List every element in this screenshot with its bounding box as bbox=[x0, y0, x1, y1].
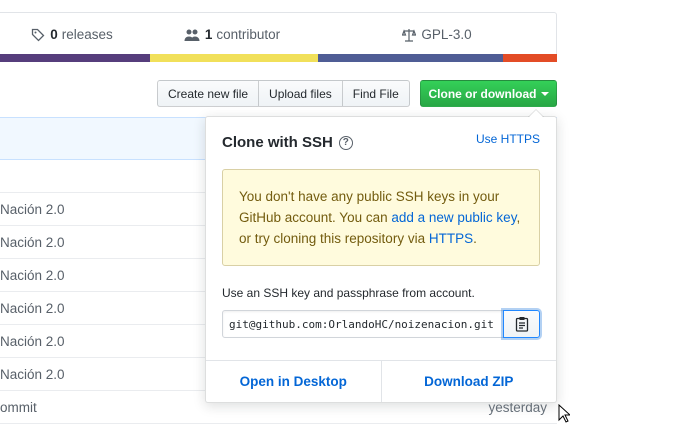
copy-to-clipboard-button[interactable] bbox=[503, 310, 540, 338]
question-icon[interactable]: ? bbox=[338, 135, 353, 150]
commit-message-link[interactable]: Nación 2.0 bbox=[0, 202, 65, 217]
use-https-link[interactable]: Use HTTPS bbox=[476, 132, 540, 146]
clone-title-text: Clone with SSH bbox=[222, 134, 333, 151]
contributors-link[interactable]: 1 contributor bbox=[147, 13, 317, 56]
commit-message-link[interactable]: ommit bbox=[0, 400, 37, 415]
contributors-label: contributor bbox=[216, 27, 281, 42]
commit-message-link[interactable]: Nación 2.0 bbox=[0, 235, 65, 250]
releases-link[interactable]: 0 releases bbox=[0, 13, 147, 56]
mouse-pointer-icon bbox=[558, 404, 570, 423]
clone-footer: Open in Desktop Download ZIP bbox=[206, 360, 556, 402]
language-bar bbox=[0, 54, 557, 62]
clone-url-group bbox=[222, 310, 541, 338]
clipboard-icon bbox=[515, 317, 528, 332]
license-link[interactable]: GPL-3.0 bbox=[317, 13, 557, 56]
language-segment bbox=[150, 54, 318, 62]
language-segment bbox=[503, 54, 557, 62]
https-link[interactable]: HTTPS bbox=[429, 231, 473, 246]
repo-summary-bar: 0 releases 1 contributor GPL-3.0 bbox=[0, 12, 557, 55]
clone-url-input[interactable] bbox=[222, 310, 504, 338]
commit-message-link[interactable]: Nación 2.0 bbox=[0, 301, 65, 316]
license-label: GPL-3.0 bbox=[421, 27, 472, 42]
find-file-button[interactable]: Find File bbox=[341, 80, 410, 107]
contributors-count: 1 bbox=[204, 27, 213, 42]
caret-down-icon bbox=[540, 91, 549, 96]
people-icon bbox=[184, 29, 200, 41]
commit-message-link[interactable]: Nación 2.0 bbox=[0, 334, 65, 349]
language-segment bbox=[318, 54, 503, 62]
releases-label: releases bbox=[61, 27, 113, 42]
clone-or-download-label: Clone or download bbox=[428, 86, 537, 101]
ssh-warning-flash: You don't have any public SSH keys in yo… bbox=[222, 169, 540, 266]
law-icon bbox=[402, 28, 417, 42]
download-zip-button[interactable]: Download ZIP bbox=[382, 361, 557, 402]
add-ssh-key-link[interactable]: add a new public key bbox=[391, 210, 516, 225]
tag-icon bbox=[32, 28, 45, 41]
clone-popover: Clone with SSH ? Use HTTPS You don't hav… bbox=[205, 109, 557, 403]
clone-or-download-button[interactable]: Clone or download bbox=[420, 80, 557, 107]
flash-text: . bbox=[473, 231, 477, 246]
commit-message-link[interactable]: Nación 2.0 bbox=[0, 268, 65, 283]
releases-count: 0 bbox=[50, 27, 58, 42]
ssh-help-text: Use an SSH key and passphrase from accou… bbox=[222, 286, 475, 300]
open-in-desktop-button[interactable]: Open in Desktop bbox=[206, 361, 382, 402]
create-new-file-button[interactable]: Create new file bbox=[157, 80, 260, 107]
language-segment bbox=[0, 54, 150, 62]
clone-title: Clone with SSH ? bbox=[222, 134, 353, 151]
upload-files-button[interactable]: Upload files bbox=[258, 80, 343, 107]
file-actions-group: Create new file Upload files Find File bbox=[157, 80, 410, 107]
commit-message-link[interactable]: Nación 2.0 bbox=[0, 367, 65, 382]
